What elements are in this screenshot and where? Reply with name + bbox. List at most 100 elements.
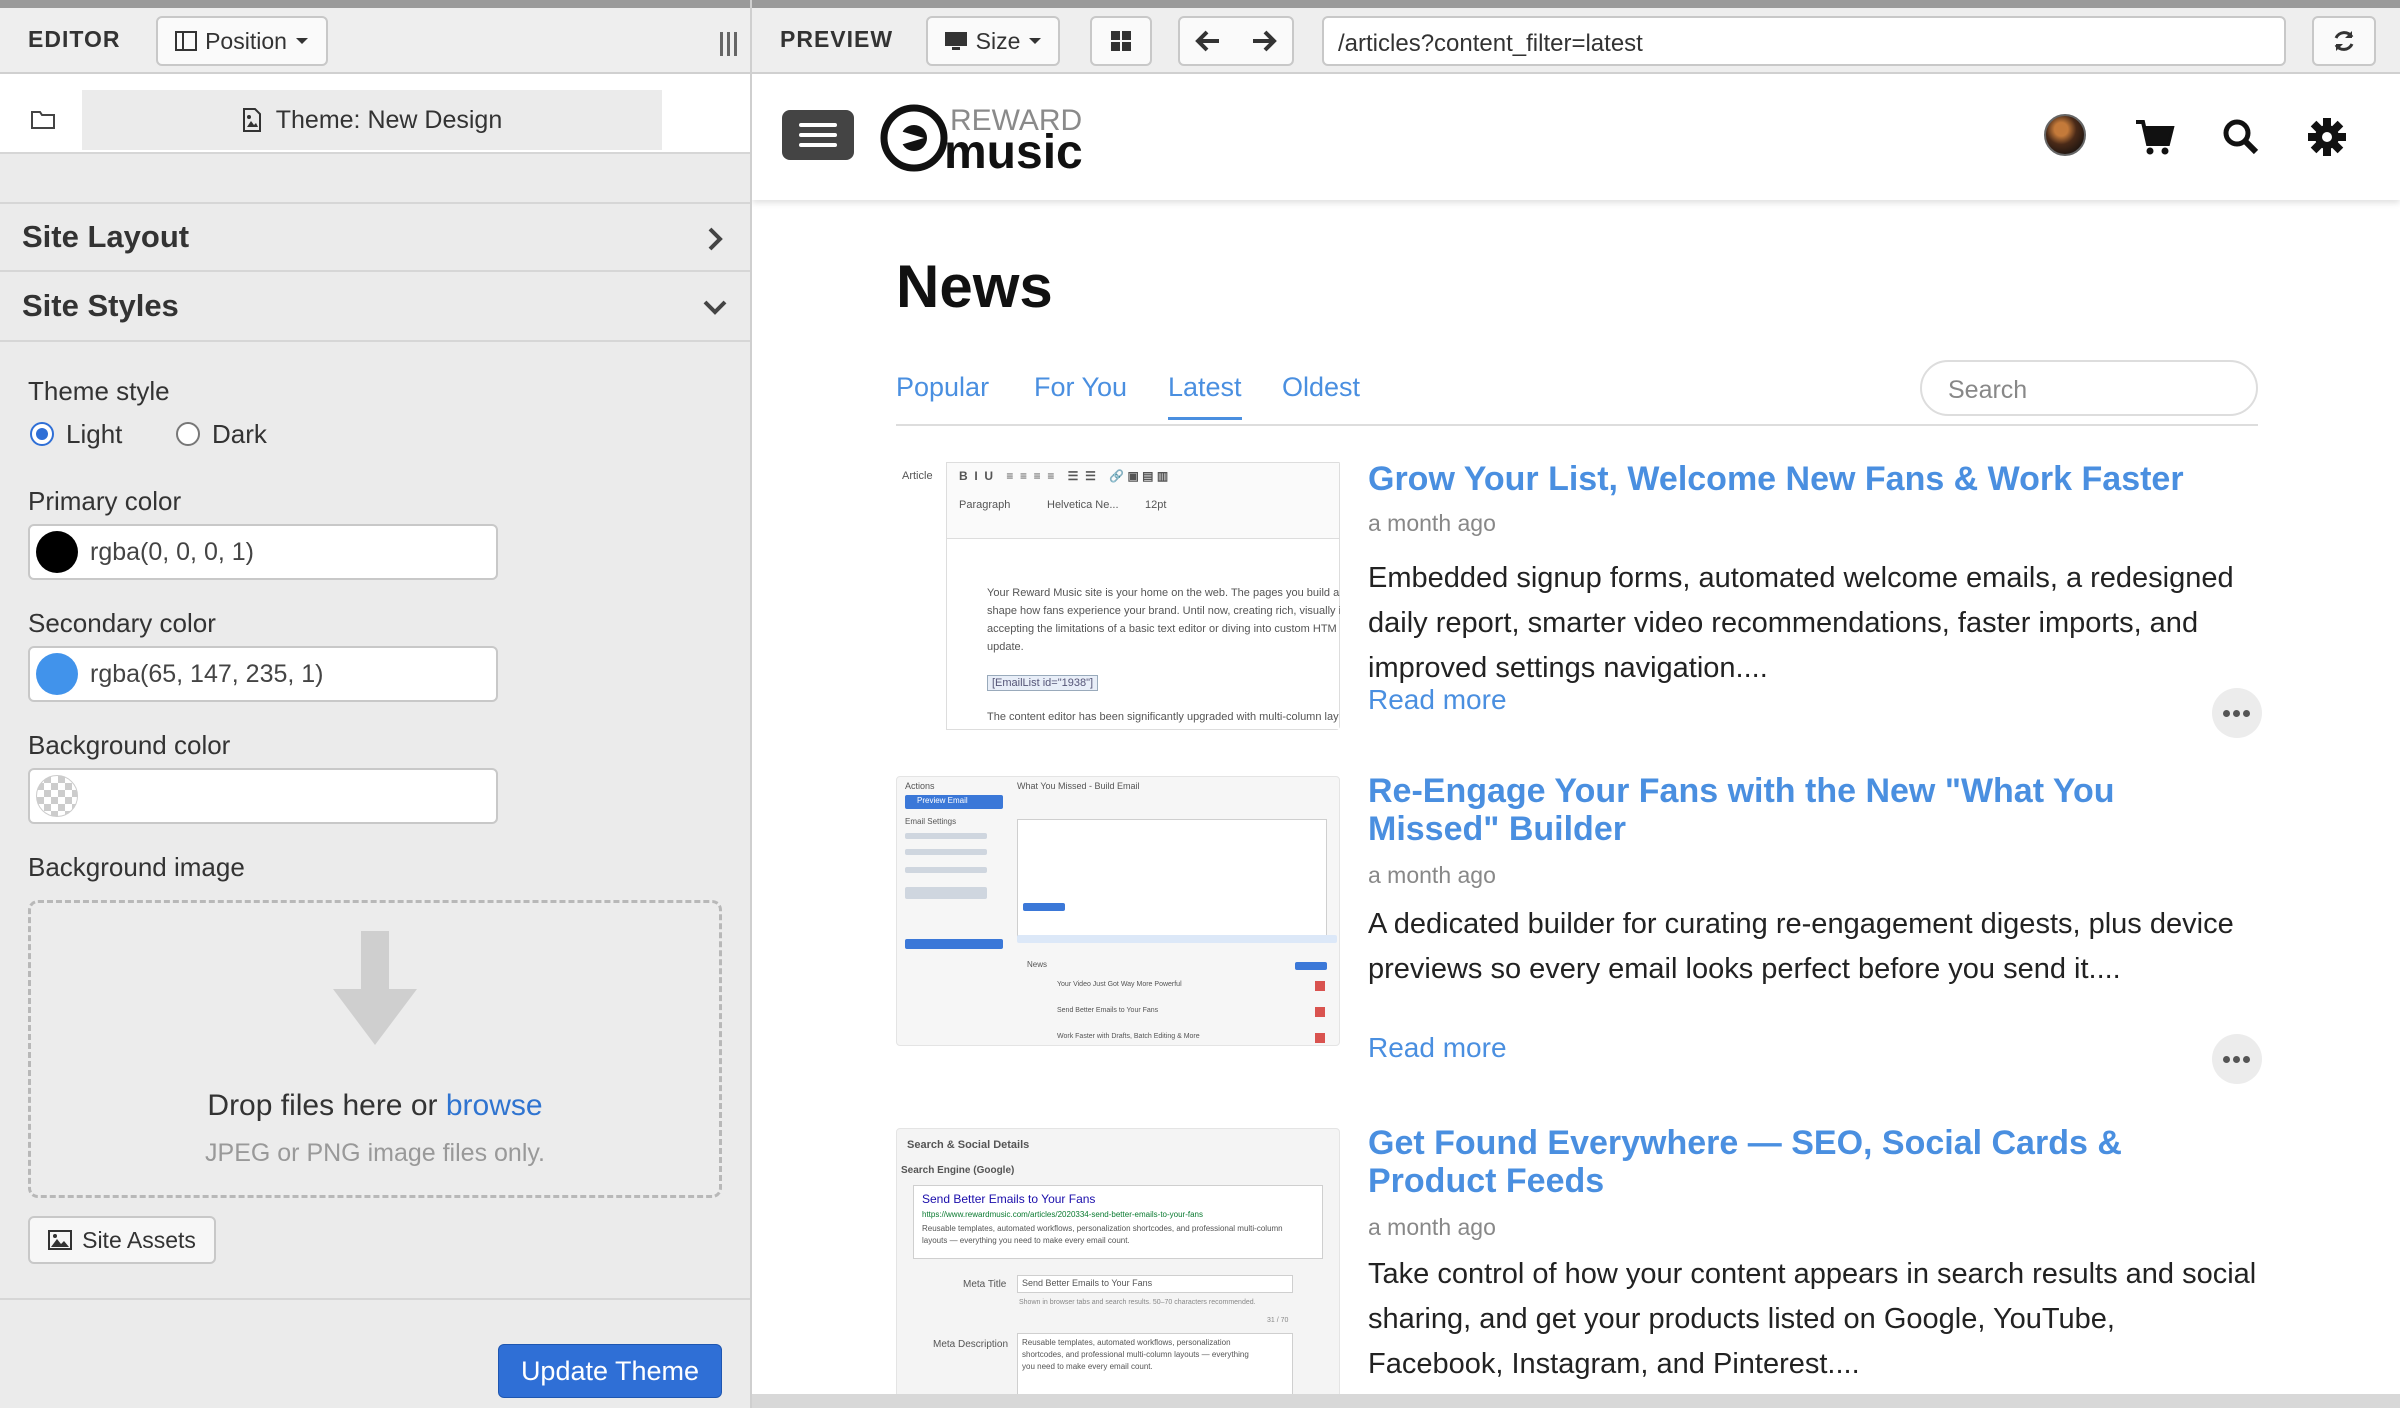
thumb-settings: Email Settings [905,817,957,826]
thumb-meta-desc-1: Reusable templates, automated workflows,… [1022,1338,1231,1347]
background-image-label: Background image [28,852,245,882]
tab-popular[interactable]: Popular [896,372,989,417]
thumb-code: [EmailList id="1938"] [987,675,1099,691]
article-title[interactable]: Get Found Everywhere — SEO, Social Cards… [1368,1124,2248,1200]
resize-handle-icon[interactable] [718,30,740,58]
thumb-body-1: Your Reward Music site is your home on t… [987,587,1340,599]
theme-style-radios: Light Dark [30,419,430,450]
tab-latest[interactable]: Latest [1168,372,1242,420]
article-thumbnail[interactable]: Article B I U ≡ ≡ ≡ ≡ ☰ ☰ 🔗 ▣ ▤ ▥ Paragr… [896,460,1340,730]
site-styles-section[interactable]: Site Styles [0,272,750,342]
editor-header: Theme: New Design [0,74,750,154]
secondary-color-input[interactable]: rgba(65, 147, 235, 1) [28,646,498,702]
thumb-body-2: shape how fans experience your brand. Un… [987,605,1340,617]
background-color-input[interactable] [28,768,498,824]
thumb-meta-desc-3: you need to make every email count. [1022,1362,1153,1371]
site-assets-button[interactable]: Site Assets [28,1216,216,1264]
thumb-body-3: accepting the limitations of a basic tex… [987,623,1337,635]
top-toolbar: EDITOR Position PREVIEW Size /articles?c… [0,0,2400,74]
editor-panel: Theme: New Design Site Layout Site Style… [0,74,750,1408]
thumb-result-desc-2: layouts — everything you need to make ev… [922,1236,1130,1245]
article-title[interactable]: Grow Your List, Welcome New Fans & Work … [1368,460,2248,498]
article-description: Embedded signup forms, automated welcome… [1368,562,2234,684]
thumb-editor-toolbar: B I U ≡ ≡ ≡ ≡ ☰ ☰ 🔗 ▣ ▤ ▥ Paragraph Helv… [947,463,1339,539]
search-icon[interactable] [2218,114,2264,160]
folder-icon[interactable] [30,108,56,130]
secondary-color-swatch[interactable] [36,653,78,695]
thumb-actions: Actions [905,781,935,791]
layout-icon [175,31,198,51]
thumb-toolbar-icons: B I U ≡ ≡ ≡ ≡ ☰ ☰ 🔗 ▣ ▤ ▥ [959,469,1169,483]
cart-icon[interactable] [2132,114,2178,160]
drop-text: Drop files here or browse [31,1089,719,1123]
refresh-icon [2334,31,2354,51]
background-image-dropzone[interactable]: Drop files here or browse JPEG or PNG im… [28,900,722,1198]
theme-style-label: Theme style [28,376,170,406]
size-dropdown[interactable]: Size [926,16,1060,66]
thumb-meta-hint: Shown in browser tabs and search results… [1019,1299,1256,1306]
radio-light[interactable] [30,422,54,446]
thumb-meta-title-box: Send Better Emails to Your Fans [1017,1275,1293,1293]
theme-title: Theme: New Design [275,105,503,134]
article-thumbnail[interactable]: Actions What You Missed - Build Email Pr… [896,776,1340,1046]
thumb-meta-desc-box: Reusable templates, automated workflows,… [1017,1333,1293,1397]
thumb-meta-count: 31 / 70 [1267,1317,1289,1324]
primary-color-swatch[interactable] [36,531,78,573]
thumb-heading: Search & Social Details [907,1139,1030,1151]
site-layout-section[interactable]: Site Layout [0,202,750,272]
thumb-body-5: The content editor has been significantl… [987,711,1339,723]
article-item: Search & Social Details Search Engine (G… [896,1124,2258,1408]
update-theme-button[interactable]: Update Theme [498,1344,722,1398]
editor-footer: Update Theme [0,1298,750,1408]
refresh-button[interactable] [2312,16,2376,66]
background-color-swatch[interactable] [36,775,78,817]
article-description: A dedicated builder for curating re-enga… [1368,908,2234,985]
article-title[interactable]: Re-Engage Your Fans with the New "What Y… [1368,772,2248,848]
thumb-result: Send Better Emails to Your Fans https://… [913,1185,1323,1259]
back-arrow-icon[interactable] [1195,30,1221,52]
forward-arrow-icon[interactable] [1251,30,1277,52]
grid-icon [1111,31,1131,51]
radio-dark[interactable] [176,422,200,446]
grid-view-button[interactable] [1090,16,1152,66]
reward-music-logo: REWARD music [880,104,1083,179]
drop-instruction: Drop files here or [207,1089,438,1122]
download-arrow-icon [333,931,417,1045]
menu-button[interactable] [782,110,854,160]
browse-link[interactable]: browse [446,1089,543,1122]
article-thumbnail[interactable]: Search & Social Details Search Engine (G… [896,1128,1340,1398]
logo-bottom-text: music [944,126,1083,174]
thumb-item-1: Your Video Just Got Way More Powerful [1057,981,1182,988]
primary-color-label: Primary color [28,486,182,516]
size-label: Size [975,27,1021,54]
thumb-meta-title-label: Meta Title [963,1279,1007,1290]
secondary-color-value: rgba(65, 147, 235, 1) [90,659,324,688]
tab-for-you[interactable]: For You [1034,372,1127,417]
gear-icon[interactable] [2304,114,2350,160]
theme-title-tab[interactable]: Theme: New Design [82,90,662,150]
article-item: Actions What You Missed - Build Email Pr… [896,772,2262,1084]
search-input[interactable]: Search [1920,360,2258,416]
nav-buttons [1178,16,1294,66]
position-dropdown[interactable]: Position [156,16,328,66]
position-label: Position [205,27,287,54]
more-options-button[interactable] [2212,688,2262,738]
avatar[interactable] [2044,114,2086,156]
chevron-right-icon [708,227,723,251]
article-date: a month ago [1368,862,1496,888]
read-more-link[interactable]: Read more [1368,1032,1507,1064]
thumb-font-select: Helvetica Ne... [1047,499,1119,511]
thumb-editor-frame: B I U ≡ ≡ ≡ ≡ ☰ ☰ 🔗 ▣ ▤ ▥ Paragraph Helv… [946,462,1340,730]
primary-color-input[interactable]: rgba(0, 0, 0, 1) [28,524,498,580]
preview-bottom-edge [752,1394,2400,1408]
thumb-para-select: Paragraph [959,499,1011,511]
thumb-heading: What You Missed - Build Email [1017,781,1140,791]
read-more-link[interactable]: Read more [1368,684,1507,716]
preview-label: PREVIEW [780,26,894,52]
tab-oldest[interactable]: Oldest [1282,372,1360,417]
url-input[interactable]: /articles?content_filter=latest [1322,16,2286,66]
site-assets-label: Site Assets [82,1226,196,1253]
site-logo[interactable]: REWARD music [880,100,1120,179]
more-options-button[interactable] [2212,1034,2262,1084]
thumb-label: Article [902,470,933,482]
